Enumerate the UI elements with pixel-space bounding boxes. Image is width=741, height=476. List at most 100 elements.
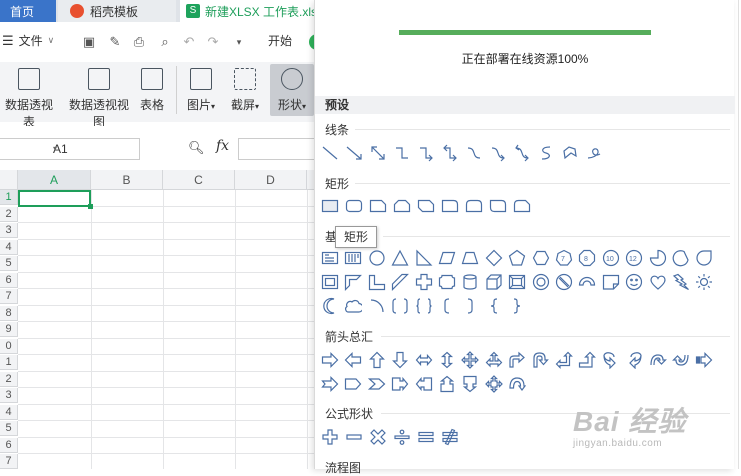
double-brace-shape-icon[interactable] (415, 297, 433, 315)
redo-icon[interactable]: ↷ (206, 35, 220, 49)
bent-up-arrow-shape-icon[interactable] (578, 351, 597, 369)
name-box[interactable]: A1 ▾ (0, 138, 140, 160)
print-icon[interactable]: ⎙ (132, 35, 146, 49)
format-painter-icon[interactable]: ✎ (108, 35, 122, 49)
left-up-arrow-shape-icon[interactable] (555, 351, 573, 369)
column-header[interactable]: A (18, 170, 91, 190)
can-shape-icon[interactable] (461, 273, 479, 291)
row-header[interactable]: 8 (0, 305, 18, 321)
rectangle-shape-icon[interactable] (321, 197, 339, 215)
curved-arrow-connector-shape-icon[interactable] (489, 144, 507, 162)
plus-sign-shape-icon[interactable] (321, 428, 339, 446)
row-header[interactable]: 0 (0, 338, 18, 354)
octagon-shape-icon[interactable]: 8 (578, 249, 596, 267)
quick-access-more-icon[interactable]: ▾ (232, 35, 246, 49)
tab-home[interactable]: 首页 (0, 0, 56, 22)
text-box-shape-icon[interactable] (321, 249, 339, 267)
folded-corner-shape-icon[interactable] (602, 273, 620, 291)
frame-shape-icon[interactable] (321, 273, 339, 291)
up-arrow-shape-icon[interactable] (368, 351, 386, 369)
curve-shape-icon[interactable] (537, 144, 555, 162)
shape-button[interactable]: 形状▾ (270, 64, 314, 116)
select-all-corner[interactable] (0, 170, 18, 190)
heptagon-shape-icon[interactable]: 7 (555, 249, 573, 267)
row-header[interactable]: 6 (0, 272, 18, 288)
pivot-chart-button[interactable]: 数据透视视图 (68, 64, 130, 129)
plaque-shape-icon[interactable] (438, 273, 456, 291)
row-header[interactable]: 1 (0, 190, 18, 205)
lightning-bolt-shape-icon[interactable] (672, 273, 690, 291)
cloud-shape-icon[interactable] (344, 297, 363, 315)
curved-down-arrow-shape-icon[interactable] (672, 351, 690, 369)
u-turn-arrow-shape-icon[interactable] (532, 351, 550, 369)
decagon-shape-icon[interactable]: 10 (602, 249, 620, 267)
cube-shape-icon[interactable] (485, 273, 503, 291)
bent-arrow-shape-icon[interactable] (508, 351, 526, 369)
column-header[interactable]: B (91, 170, 163, 190)
sun-shape-icon[interactable] (695, 273, 713, 291)
pivot-table-button[interactable]: 数据透视表 (0, 64, 58, 129)
multiplication-sign-shape-icon[interactable] (369, 428, 387, 446)
up-down-arrow-shape-icon[interactable] (438, 351, 456, 369)
spreadsheet-grid[interactable]: A B C D 12345678901234567 (0, 170, 320, 469)
tab-workbook[interactable]: S 新建XLSX 工作表.xls (180, 0, 320, 22)
picture-button[interactable]: 图片▾ (182, 64, 220, 116)
row-header[interactable]: 3 (0, 388, 18, 403)
scribble-shape-icon[interactable] (585, 144, 603, 162)
function-icon[interactable]: fx (216, 138, 229, 154)
selected-cell[interactable] (18, 190, 91, 207)
up-arrow-callout-shape-icon[interactable] (438, 375, 456, 393)
row-header[interactable]: 5 (0, 256, 18, 271)
l-shape-shape-icon[interactable] (368, 273, 386, 291)
pentagon-arrow-shape-icon[interactable] (344, 375, 362, 393)
down-arrow-callout-shape-icon[interactable] (461, 375, 479, 393)
undo-icon[interactable]: ↶ (182, 35, 196, 49)
screenshot-button[interactable]: 截屏▾ (226, 64, 264, 116)
fill-handle[interactable] (88, 204, 93, 209)
trapezoid-shape-icon[interactable] (461, 249, 479, 267)
right-brace-shape-icon[interactable] (508, 297, 526, 315)
save-icon[interactable]: ▣ (82, 35, 96, 49)
row-header[interactable]: 2 (0, 206, 18, 222)
no-symbol-shape-icon[interactable] (555, 273, 573, 291)
curved-connector-shape-icon[interactable] (465, 144, 483, 162)
heart-shape-icon[interactable] (649, 273, 667, 291)
striped-right-arrow-shape-icon[interactable] (695, 351, 713, 369)
tab-docer-templates[interactable]: 稻壳模板 (58, 0, 176, 22)
zoom-icon[interactable]: 🔍︎ (188, 140, 205, 156)
snip-single-corner-rectangle-shape-icon[interactable] (369, 197, 387, 215)
right-bracket-shape-icon[interactable] (461, 297, 479, 315)
chevron-shape-icon[interactable] (367, 375, 386, 393)
right-arrow-callout-shape-icon[interactable] (391, 375, 409, 393)
left-brace-shape-icon[interactable] (485, 297, 503, 315)
row-header[interactable]: 4 (0, 239, 18, 255)
left-right-up-arrow-shape-icon[interactable] (485, 351, 503, 369)
bevel-shape-icon[interactable] (508, 273, 526, 291)
pentagon-shape-icon[interactable] (508, 249, 526, 267)
block-arc-shape-icon[interactable] (578, 273, 596, 291)
double-bracket-shape-icon[interactable] (391, 297, 409, 315)
formula-input[interactable] (238, 138, 320, 160)
arrow-line-shape-icon[interactable] (345, 144, 363, 162)
equal-sign-shape-icon[interactable] (417, 428, 435, 446)
pie-shape-icon[interactable] (649, 249, 667, 267)
half-frame-shape-icon[interactable] (344, 273, 363, 291)
row-header[interactable]: 7 (0, 289, 18, 304)
diagonal-stripe-shape-icon[interactable] (391, 273, 410, 291)
curved-right-arrow-shape-icon[interactable] (602, 351, 620, 369)
right-arrow-shape-icon[interactable] (321, 351, 339, 369)
diamond-shape-icon[interactable] (485, 249, 503, 267)
notched-right-arrow-shape-icon[interactable] (321, 375, 339, 393)
snip-diagonal-rectangle-shape-icon[interactable] (417, 197, 435, 215)
curved-left-arrow-shape-icon[interactable] (625, 351, 643, 369)
donut-shape-icon[interactable] (532, 273, 550, 291)
parallelogram-shape-icon[interactable] (438, 249, 456, 267)
circular-arrow-shape-icon[interactable] (508, 375, 527, 393)
smiley-face-shape-icon[interactable] (625, 273, 643, 291)
curved-up-arrow-shape-icon[interactable] (649, 351, 667, 369)
oval-shape-icon[interactable] (368, 249, 386, 267)
row-header[interactable]: 2 (0, 371, 18, 387)
snip-round-rectangle-shape-icon[interactable] (513, 197, 531, 215)
row-header[interactable]: 3 (0, 223, 18, 238)
down-arrow-shape-icon[interactable] (391, 351, 409, 369)
